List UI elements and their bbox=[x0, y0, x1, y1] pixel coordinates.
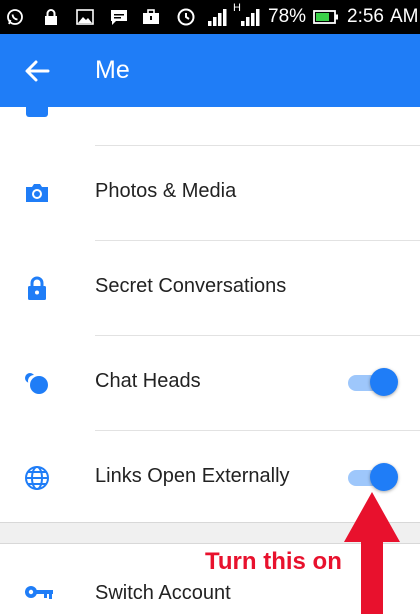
row-photos-media[interactable]: Photos & Media bbox=[0, 146, 420, 240]
red-arrow-annotation bbox=[344, 492, 400, 614]
chat-heads-icon bbox=[25, 373, 48, 394]
gallery-icon bbox=[76, 9, 94, 25]
battery-icon bbox=[313, 10, 338, 24]
lock-icon bbox=[28, 276, 46, 300]
toggle-thumb bbox=[370, 463, 398, 491]
annotation-text: Turn this on bbox=[205, 548, 342, 575]
camera-icon bbox=[26, 184, 48, 202]
briefcase-icon bbox=[143, 9, 159, 24]
battery-percent: 78% bbox=[268, 6, 307, 27]
links-open-externally-toggle[interactable] bbox=[344, 462, 398, 492]
key-icon bbox=[25, 586, 53, 599]
row-label-switch-account: Switch Account bbox=[95, 582, 231, 604]
row-label-links-open-externally: Links Open Externally bbox=[95, 465, 290, 487]
page-title: Me bbox=[95, 56, 130, 84]
alarm-icon bbox=[177, 8, 195, 26]
row-label-secret-conversations: Secret Conversations bbox=[95, 275, 287, 297]
status-bar: H 78% 2:56 AM bbox=[0, 0, 420, 34]
signal-icon-2 bbox=[241, 9, 260, 26]
hidden-row-label-fragment bbox=[95, 107, 150, 115]
signal-icon bbox=[208, 9, 227, 26]
toggle-thumb bbox=[370, 368, 398, 396]
row-chat-heads[interactable]: Chat Heads bbox=[0, 336, 420, 430]
whatsapp-icon bbox=[7, 9, 23, 25]
clock-time: 2:56 bbox=[347, 6, 384, 27]
clock-ampm: AM bbox=[390, 6, 419, 27]
app-bar: Me bbox=[0, 34, 420, 107]
people-icon bbox=[26, 107, 48, 117]
back-arrow-icon[interactable] bbox=[24, 58, 50, 84]
globe-icon bbox=[25, 466, 49, 490]
lock-status-icon bbox=[45, 9, 57, 25]
row-label-photos-media: Photos & Media bbox=[95, 180, 237, 202]
row-secret-conversations[interactable]: Secret Conversations bbox=[0, 241, 420, 335]
chat-heads-toggle[interactable] bbox=[344, 367, 398, 397]
message-icon bbox=[111, 10, 127, 25]
partially-hidden-row bbox=[0, 107, 420, 145]
row-label-chat-heads: Chat Heads bbox=[95, 370, 201, 392]
